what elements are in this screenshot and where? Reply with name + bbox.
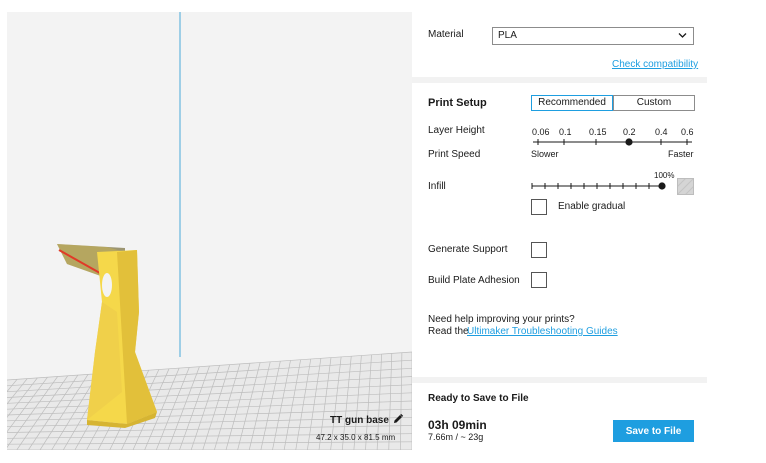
enable-gradual-label: Enable gradual — [558, 201, 626, 212]
tab-recommended[interactable]: Recommended — [531, 95, 613, 111]
check-compatibility-link[interactable]: Check compatibility — [612, 59, 698, 70]
material-select[interactable]: PLA — [492, 27, 694, 45]
object-dimensions: 47.2 x 35.0 x 81.5 mm — [316, 433, 396, 442]
print-speed-faster: Faster — [668, 149, 694, 159]
build-plate-scene[interactable] — [7, 12, 412, 450]
save-to-file-button[interactable]: Save to File — [613, 420, 694, 442]
infill-label: Infill — [428, 181, 446, 192]
infill-value: 100% — [654, 171, 675, 180]
3d-viewport[interactable]: TT gun base 47.2 x 35.0 x 81.5 mm — [7, 12, 412, 450]
print-time: 03h 09min — [428, 418, 487, 432]
layer-height-slider[interactable] — [530, 136, 696, 148]
help-text: Need help improving your prints? — [428, 314, 575, 325]
print-speed-slower: Slower — [531, 149, 559, 159]
material-usage: 7.66m / ~ 23g — [428, 432, 484, 442]
generate-support-label: Generate Support — [428, 244, 508, 255]
enable-gradual-checkbox[interactable] — [531, 199, 547, 215]
layer-height-label: Layer Height — [428, 125, 485, 136]
layer-height-handle[interactable] — [625, 138, 633, 146]
material-label: Material — [428, 29, 464, 40]
section-divider — [412, 377, 707, 383]
section-divider — [412, 77, 707, 83]
print-setup-title: Print Setup — [428, 97, 487, 109]
setup-mode-toggle: Recommended Custom — [531, 95, 695, 111]
output-status: Ready to Save to File — [428, 393, 529, 404]
build-plate-adhesion-checkbox[interactable] — [531, 272, 547, 288]
build-plate-adhesion-label: Build Plate Adhesion — [428, 275, 520, 286]
infill-handle[interactable] — [658, 182, 666, 190]
help-read-the: Read the — [428, 326, 469, 337]
chevron-down-icon — [678, 33, 687, 38]
infill-pattern-icon — [673, 174, 698, 199]
infill-slider[interactable] — [530, 180, 670, 192]
tab-custom[interactable]: Custom — [613, 95, 695, 111]
material-selected-value: PLA — [498, 30, 517, 41]
print-speed-label: Print Speed — [428, 149, 481, 160]
troubleshooting-guides-link[interactable]: Ultimaker Troubleshooting Guides — [467, 326, 618, 337]
pencil-icon[interactable] — [392, 413, 404, 425]
object-name: TT gun base — [330, 415, 389, 426]
generate-support-checkbox[interactable] — [531, 242, 547, 258]
